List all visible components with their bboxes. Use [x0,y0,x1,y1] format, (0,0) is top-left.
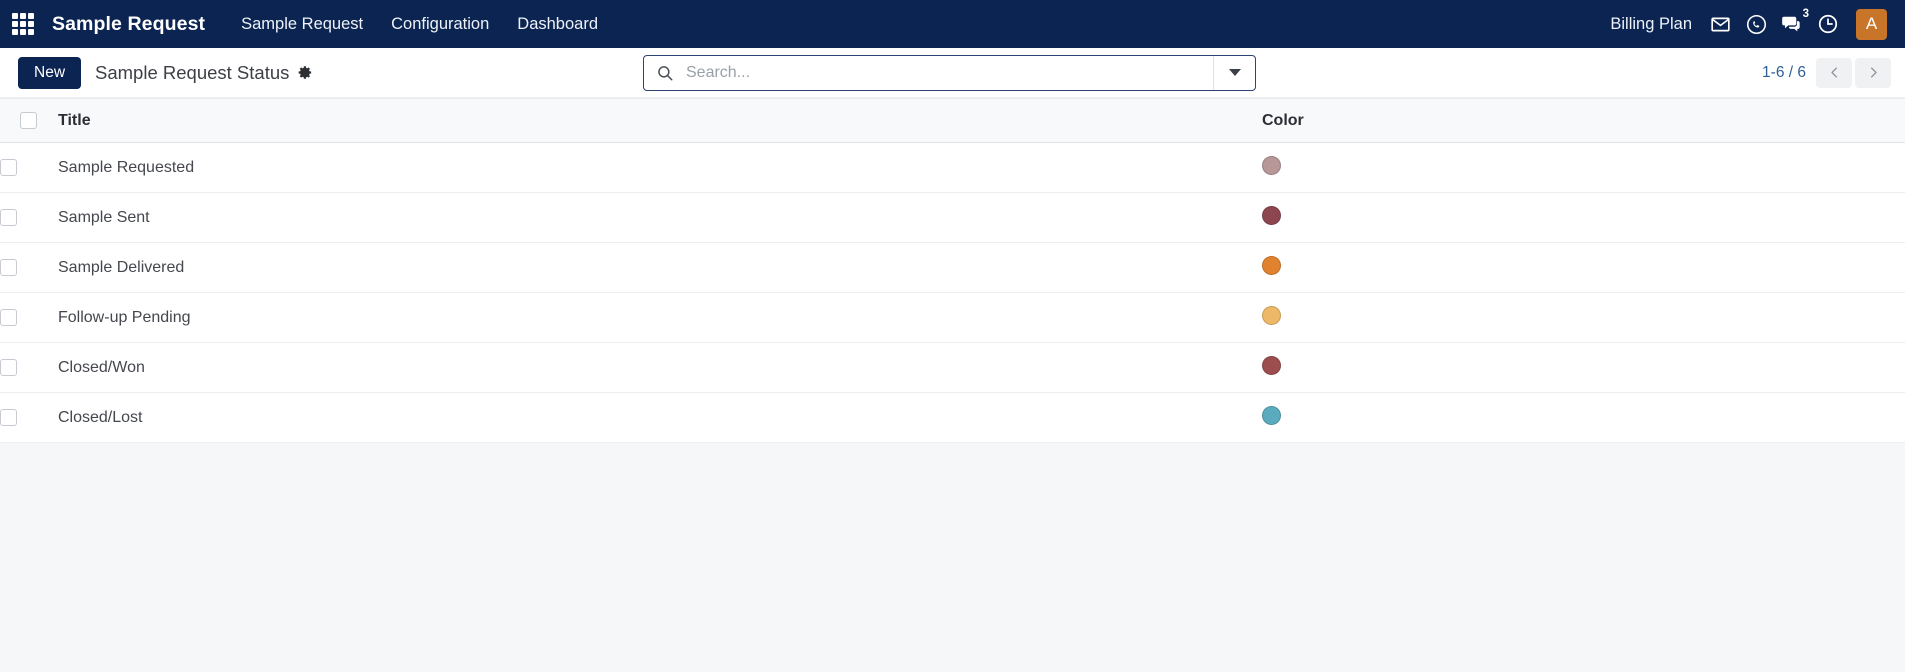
row-select-cell [0,243,58,293]
color-swatch [1262,255,1281,275]
messages-icon[interactable]: 3 [1774,6,1810,42]
search-dropdown-toggle[interactable] [1213,55,1255,90]
search-icon [644,64,686,82]
cell-title: Closed/Won [58,358,145,376]
table-row[interactable]: Closed/Lost [0,393,1905,443]
table-header-row: Title Color [0,98,1905,143]
breadcrumb: Sample Request Status [95,62,313,84]
empty-area [0,443,1905,643]
cell-title: Sample Requested [58,158,195,176]
apps-grid-icon[interactable] [10,11,36,37]
cell-title: Sample Sent [58,208,150,226]
color-swatch [1262,305,1281,325]
cell-title: Closed/Lost [58,408,143,426]
cell-color [1262,343,1905,393]
pager-count: 1-6 / 6 [1762,63,1806,81]
search-input[interactable] [686,55,1213,90]
menu-item-configuration[interactable]: Configuration [377,9,503,40]
table-row[interactable]: Follow-up Pending [0,293,1905,343]
page-title: Sample Request Status [95,61,290,83]
table-header: Title Color [0,98,1905,143]
new-button[interactable]: New [18,56,82,89]
row-select-cell [0,343,58,393]
menu-item-sample-request[interactable]: Sample Request [227,9,377,40]
top-navbar: Sample Request Sample Request Configurat… [0,0,1905,48]
navbar-right-group: Billing Plan 3 A [1600,6,1887,42]
cell-title: Follow-up Pending [58,308,191,326]
records-table: Title Color Sample Requested Sample Sent S… [0,98,1905,443]
user-avatar[interactable]: A [1856,8,1887,40]
column-header-color[interactable]: Color [1262,99,1905,143]
pager: 1-6 / 6 [1762,57,1891,88]
select-all-header [0,99,58,143]
chevron-down-icon [1228,69,1241,76]
select-all-checkbox[interactable] [20,111,37,129]
row-checkbox[interactable] [0,308,17,326]
mail-icon[interactable] [1702,6,1738,42]
row-select-cell [0,293,58,343]
color-swatch [1262,155,1281,175]
row-checkbox[interactable] [0,208,17,226]
row-checkbox[interactable] [0,258,17,276]
activity-clock-icon[interactable] [1810,6,1846,42]
table-row[interactable]: Sample Sent [0,193,1905,243]
list-view: Title Color Sample Requested Sample Sent S… [0,98,1905,443]
whatsapp-icon[interactable] [1738,6,1774,42]
row-select-cell [0,393,58,443]
row-select-cell [0,143,58,193]
control-panel: New Sample Request Status 1-6 / 6 [0,48,1905,98]
table-body: Sample Requested Sample Sent Sample Delive… [0,143,1905,443]
pager-next-button[interactable] [1855,57,1891,88]
table-row[interactable]: Sample Requested [0,143,1905,193]
color-swatch [1262,205,1281,225]
main-menu: Sample Request Configuration Dashboard [227,9,612,40]
billing-plan-link[interactable]: Billing Plan [1600,9,1702,40]
cell-color [1262,243,1905,293]
column-header-title[interactable]: Title [58,99,1262,143]
cell-title: Sample Delivered [58,258,185,276]
row-checkbox[interactable] [0,358,17,376]
pager-buttons [1816,57,1891,88]
row-checkbox[interactable] [0,158,17,176]
menu-item-dashboard[interactable]: Dashboard [503,9,612,40]
app-brand-title[interactable]: Sample Request [52,13,205,36]
row-select-cell [0,193,58,243]
cell-color [1262,143,1905,193]
color-swatch [1262,355,1281,375]
gear-icon[interactable] [298,65,313,80]
table-row[interactable]: Closed/Won [0,343,1905,393]
cell-color [1262,293,1905,343]
search-bar[interactable] [643,54,1256,91]
row-checkbox[interactable] [0,408,17,426]
table-row[interactable]: Sample Delivered [0,243,1905,293]
cell-color [1262,193,1905,243]
pager-previous-button[interactable] [1816,57,1852,88]
cell-color [1262,393,1905,443]
color-swatch [1262,405,1281,425]
messages-badge-count: 3 [1802,8,1809,20]
